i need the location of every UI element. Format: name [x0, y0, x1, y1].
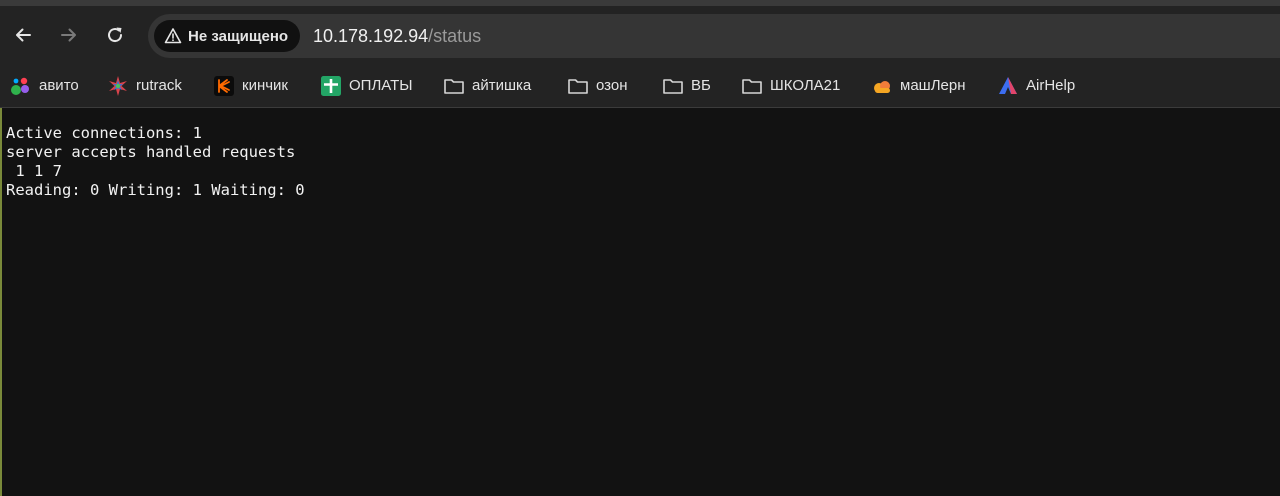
- bookmark-airhelp[interactable]: AirHelp: [997, 64, 1075, 107]
- rutrack-icon: [109, 75, 127, 96]
- bookmark-label: rutrack: [136, 77, 182, 94]
- reload-button[interactable]: [99, 19, 131, 51]
- bookmark-folder-aitishka[interactable]: айтишка: [443, 64, 531, 107]
- page-content: Active connections: 1 server accepts han…: [0, 108, 1280, 496]
- bookmark-kinchik[interactable]: кинчик: [213, 64, 288, 107]
- cloud-icon: [874, 80, 890, 93]
- bookmark-label: авито: [39, 77, 79, 94]
- bookmark-avito[interactable]: авито: [10, 64, 79, 107]
- folder-icon: [444, 78, 464, 94]
- bookmark-rutrack[interactable]: rutrack: [107, 64, 182, 107]
- status-output: Active connections: 1 server accepts han…: [2, 108, 1280, 200]
- url-path: /status: [428, 26, 482, 46]
- bookmark-label: AirHelp: [1026, 77, 1076, 94]
- arrow-right-icon: [61, 28, 76, 42]
- url-host: 10.178.192.94: [313, 26, 429, 46]
- sheets-icon: [321, 75, 341, 96]
- browser-window: Не защищено 10.178.192.94/status авито r…: [0, 0, 1280, 496]
- bookmark-label: машЛерн: [900, 77, 966, 94]
- bookmarks-bar: авито rutrack кинчик ОПЛАТЫ айтишка озон…: [0, 64, 1280, 108]
- bookmark-label: кинчик: [242, 77, 288, 94]
- bookmark-mashlern[interactable]: машЛерн: [871, 64, 966, 107]
- warning-triangle-icon: [164, 28, 182, 44]
- folder-icon: [742, 78, 762, 94]
- security-indicator-button[interactable]: Не защищено: [154, 20, 301, 52]
- status-line-reading-writing: Reading: 0 Writing: 1 Waiting: 0: [6, 181, 314, 199]
- bookmark-label: ОПЛАТЫ: [349, 77, 413, 94]
- back-button[interactable]: [7, 19, 39, 51]
- browser-toolbar: Не защищено 10.178.192.94/status: [0, 6, 1280, 64]
- forward-button[interactable]: [53, 19, 85, 51]
- status-line-counters: 1 1 7: [6, 162, 72, 180]
- status-line-active-connections: Active connections: 1: [6, 124, 212, 142]
- bookmark-folder-shkola21[interactable]: ШКОЛА21: [741, 64, 840, 107]
- bookmark-folder-vb[interactable]: ВБ: [662, 64, 711, 107]
- airhelp-icon: [999, 76, 1017, 94]
- reload-icon: [108, 27, 123, 43]
- bookmark-folder-ozon[interactable]: озон: [567, 64, 628, 107]
- bookmark-label: ШКОЛА21: [770, 77, 841, 94]
- url-text[interactable]: 10.178.192.94/status: [313, 14, 481, 58]
- folder-icon: [568, 78, 588, 94]
- status-line-header: server accepts handled requests: [6, 143, 296, 161]
- bookmark-oplaty[interactable]: ОПЛАТЫ: [320, 64, 413, 107]
- bookmark-label: ВБ: [691, 77, 711, 94]
- address-bar[interactable]: Не защищено 10.178.192.94/status: [148, 14, 1280, 58]
- bookmark-label: айтишка: [472, 77, 532, 94]
- bookmark-label: озон: [596, 77, 628, 94]
- kinopoisk-icon: [214, 75, 234, 96]
- folder-icon: [663, 78, 683, 94]
- arrow-left-icon: [16, 28, 31, 42]
- security-label: Не защищено: [188, 27, 289, 45]
- avito-icon: [11, 77, 29, 95]
